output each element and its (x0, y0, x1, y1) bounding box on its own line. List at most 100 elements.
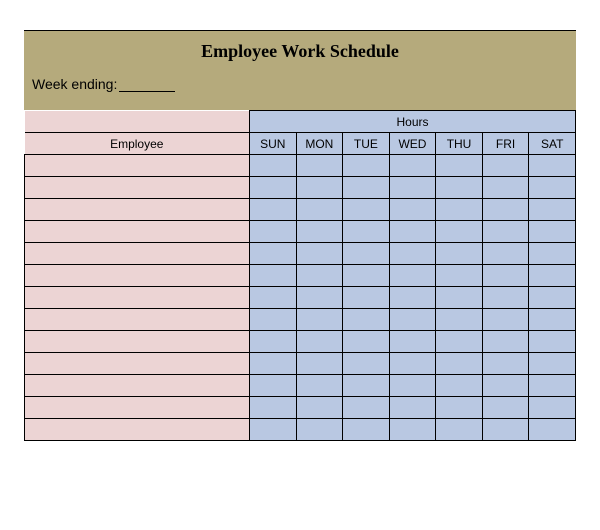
hours-cell[interactable] (436, 309, 483, 331)
hours-cell[interactable] (436, 397, 483, 419)
hours-cell[interactable] (296, 331, 343, 353)
hours-cell[interactable] (436, 199, 483, 221)
hours-cell[interactable] (529, 353, 576, 375)
employee-cell[interactable] (25, 419, 250, 441)
employee-cell[interactable] (25, 397, 250, 419)
hours-cell[interactable] (529, 287, 576, 309)
hours-cell[interactable] (343, 331, 390, 353)
hours-cell[interactable] (389, 309, 436, 331)
hours-cell[interactable] (529, 375, 576, 397)
hours-cell[interactable] (482, 287, 529, 309)
employee-cell[interactable] (25, 177, 250, 199)
hours-cell[interactable] (482, 221, 529, 243)
hours-cell[interactable] (482, 155, 529, 177)
hours-cell[interactable] (343, 309, 390, 331)
employee-cell[interactable] (25, 155, 250, 177)
hours-cell[interactable] (250, 221, 297, 243)
hours-cell[interactable] (529, 243, 576, 265)
hours-cell[interactable] (482, 265, 529, 287)
employee-cell[interactable] (25, 287, 250, 309)
hours-cell[interactable] (389, 331, 436, 353)
hours-cell[interactable] (436, 177, 483, 199)
hours-cell[interactable] (389, 265, 436, 287)
hours-cell[interactable] (529, 155, 576, 177)
hours-cell[interactable] (296, 221, 343, 243)
hours-cell[interactable] (482, 331, 529, 353)
hours-cell[interactable] (343, 353, 390, 375)
hours-cell[interactable] (482, 199, 529, 221)
hours-cell[interactable] (482, 397, 529, 419)
hours-cell[interactable] (343, 265, 390, 287)
hours-cell[interactable] (389, 243, 436, 265)
hours-cell[interactable] (529, 331, 576, 353)
hours-cell[interactable] (482, 243, 529, 265)
hours-cell[interactable] (250, 265, 297, 287)
week-ending-input[interactable] (119, 80, 175, 92)
hours-cell[interactable] (250, 287, 297, 309)
hours-cell[interactable] (389, 419, 436, 441)
employee-cell[interactable] (25, 353, 250, 375)
hours-cell[interactable] (389, 155, 436, 177)
employee-cell[interactable] (25, 331, 250, 353)
hours-cell[interactable] (296, 309, 343, 331)
hours-cell[interactable] (389, 397, 436, 419)
hours-cell[interactable] (343, 199, 390, 221)
hours-cell[interactable] (529, 177, 576, 199)
employee-cell[interactable] (25, 375, 250, 397)
hours-cell[interactable] (436, 419, 483, 441)
employee-cell[interactable] (25, 243, 250, 265)
hours-cell[interactable] (296, 397, 343, 419)
hours-cell[interactable] (296, 243, 343, 265)
hours-cell[interactable] (436, 155, 483, 177)
hours-cell[interactable] (389, 287, 436, 309)
hours-cell[interactable] (250, 375, 297, 397)
hours-cell[interactable] (296, 155, 343, 177)
hours-cell[interactable] (529, 199, 576, 221)
hours-cell[interactable] (436, 331, 483, 353)
hours-cell[interactable] (343, 397, 390, 419)
hours-cell[interactable] (436, 353, 483, 375)
hours-cell[interactable] (389, 375, 436, 397)
hours-cell[interactable] (296, 353, 343, 375)
hours-cell[interactable] (436, 221, 483, 243)
employee-cell[interactable] (25, 309, 250, 331)
hours-cell[interactable] (343, 243, 390, 265)
hours-cell[interactable] (250, 199, 297, 221)
hours-cell[interactable] (529, 309, 576, 331)
hours-cell[interactable] (389, 199, 436, 221)
hours-cell[interactable] (389, 353, 436, 375)
hours-cell[interactable] (343, 419, 390, 441)
hours-cell[interactable] (529, 221, 576, 243)
hours-cell[interactable] (250, 177, 297, 199)
hours-cell[interactable] (343, 221, 390, 243)
hours-cell[interactable] (296, 419, 343, 441)
hours-cell[interactable] (296, 199, 343, 221)
hours-cell[interactable] (250, 243, 297, 265)
hours-cell[interactable] (296, 265, 343, 287)
hours-cell[interactable] (250, 331, 297, 353)
hours-cell[interactable] (436, 265, 483, 287)
hours-cell[interactable] (436, 243, 483, 265)
hours-cell[interactable] (343, 177, 390, 199)
hours-cell[interactable] (389, 177, 436, 199)
employee-cell[interactable] (25, 199, 250, 221)
hours-cell[interactable] (436, 375, 483, 397)
employee-cell[interactable] (25, 265, 250, 287)
hours-cell[interactable] (250, 419, 297, 441)
hours-cell[interactable] (250, 397, 297, 419)
hours-cell[interactable] (296, 287, 343, 309)
hours-cell[interactable] (389, 221, 436, 243)
hours-cell[interactable] (482, 309, 529, 331)
hours-cell[interactable] (529, 265, 576, 287)
hours-cell[interactable] (250, 309, 297, 331)
hours-cell[interactable] (482, 353, 529, 375)
employee-cell[interactable] (25, 221, 250, 243)
hours-cell[interactable] (482, 375, 529, 397)
hours-cell[interactable] (529, 397, 576, 419)
hours-cell[interactable] (529, 419, 576, 441)
hours-cell[interactable] (296, 177, 343, 199)
hours-cell[interactable] (343, 375, 390, 397)
hours-cell[interactable] (343, 155, 390, 177)
hours-cell[interactable] (296, 375, 343, 397)
hours-cell[interactable] (482, 419, 529, 441)
